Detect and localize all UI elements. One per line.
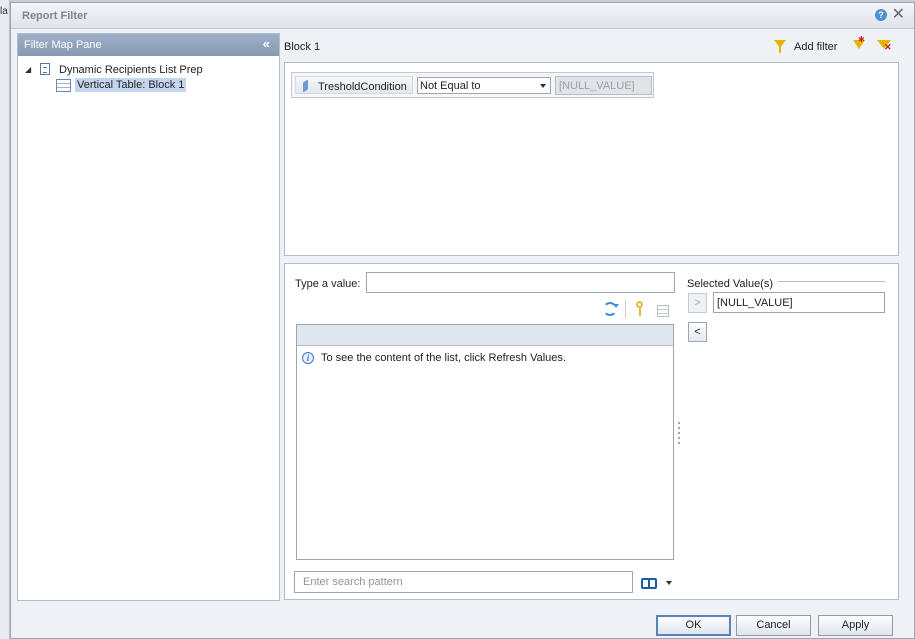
ok-button[interactable]: OK xyxy=(656,615,731,636)
document-icon xyxy=(40,63,50,75)
report-filter-dialog: Report Filter ? ✕ Filter Map Pane « ◢ Dy… xyxy=(10,2,915,639)
refresh-values-icon[interactable] xyxy=(603,302,619,316)
values-list[interactable]: i To see the content of the list, click … xyxy=(296,324,674,560)
add-filter-icon xyxy=(774,40,786,53)
close-icon[interactable]: ✕ xyxy=(892,6,905,24)
apply-button[interactable]: Apply xyxy=(818,615,893,636)
operator-select-value: Not Equal to xyxy=(420,80,481,92)
filter-map-pane: Filter Map Pane « ◢ Dynamic Recipients L… xyxy=(17,33,280,601)
filter-condition-row: TresholdCondition Not Equal to [NULL_VAL… xyxy=(291,72,654,98)
remove-value-button[interactable]: < xyxy=(688,322,707,342)
type-value-input[interactable] xyxy=(366,272,675,293)
background-window-edge: la xyxy=(0,0,10,639)
add-filter-label: Add filter xyxy=(794,41,838,53)
filter-map-pane-header: Filter Map Pane « xyxy=(18,34,279,56)
filter-map-pane-title: Filter Map Pane xyxy=(24,39,102,51)
dimension-icon xyxy=(303,79,308,93)
help-icon[interactable]: ? xyxy=(875,9,887,21)
values-list-info: To see the content of the list, click Re… xyxy=(321,352,566,364)
tree-node-table-label: Vertical Table: Block 1 xyxy=(75,78,187,92)
selected-values-label: Selected Value(s) xyxy=(687,278,774,290)
values-list-header xyxy=(297,325,673,346)
search-pattern-input[interactable] xyxy=(294,571,633,593)
type-value-label: Type a value: xyxy=(295,278,361,290)
info-icon: i xyxy=(302,352,314,364)
block-label: Block 1 xyxy=(284,41,321,53)
value-selection-area: Type a value: i To see the content of th… xyxy=(284,263,899,600)
dialog-title: Report Filter xyxy=(22,10,88,22)
key-icon[interactable] xyxy=(636,301,643,316)
toolbar-separator xyxy=(625,300,626,318)
tree-node-document-label: Dynamic Recipients List Prep xyxy=(59,64,203,76)
chevron-down-icon[interactable] xyxy=(666,581,672,585)
selected-value-item[interactable]: [NULL_VALUE] xyxy=(717,297,793,309)
binoculars-icon[interactable] xyxy=(641,576,657,589)
selected-values-list[interactable]: [NULL_VALUE] xyxy=(713,292,885,313)
operand-field[interactable]: [NULL_VALUE] xyxy=(555,76,652,95)
tree-node-document[interactable]: ◢ Dynamic Recipients List Prep xyxy=(18,62,279,78)
filter-options-icon[interactable] xyxy=(853,35,865,49)
splitter-handle[interactable] xyxy=(678,422,680,444)
tree-expand-icon[interactable]: ◢ xyxy=(25,65,31,74)
vertical-table-icon xyxy=(56,79,71,92)
background-edge-text: la xyxy=(0,6,8,17)
filter-map-tree: ◢ Dynamic Recipients List Prep Vertical … xyxy=(18,62,279,94)
tree-node-table[interactable]: Vertical Table: Block 1 xyxy=(18,78,279,94)
filter-object-label: TresholdCondition xyxy=(318,81,407,93)
selected-values-divider xyxy=(778,281,885,282)
collapse-pane-icon[interactable]: « xyxy=(263,36,270,51)
cancel-button[interactable]: Cancel xyxy=(736,615,811,636)
remove-filter-icon[interactable] xyxy=(877,40,892,53)
add-value-button[interactable]: > xyxy=(688,293,707,313)
chevron-down-icon xyxy=(540,84,546,88)
filter-object[interactable]: TresholdCondition xyxy=(295,76,413,94)
dialog-titlebar[interactable]: Report Filter ? ✕ xyxy=(11,3,914,29)
filter-definition-area: TresholdCondition Not Equal to [NULL_VAL… xyxy=(284,62,899,256)
operand-value: [NULL_VALUE] xyxy=(559,80,635,92)
operator-select[interactable]: Not Equal to xyxy=(417,77,551,94)
list-view-icon[interactable] xyxy=(657,305,669,317)
